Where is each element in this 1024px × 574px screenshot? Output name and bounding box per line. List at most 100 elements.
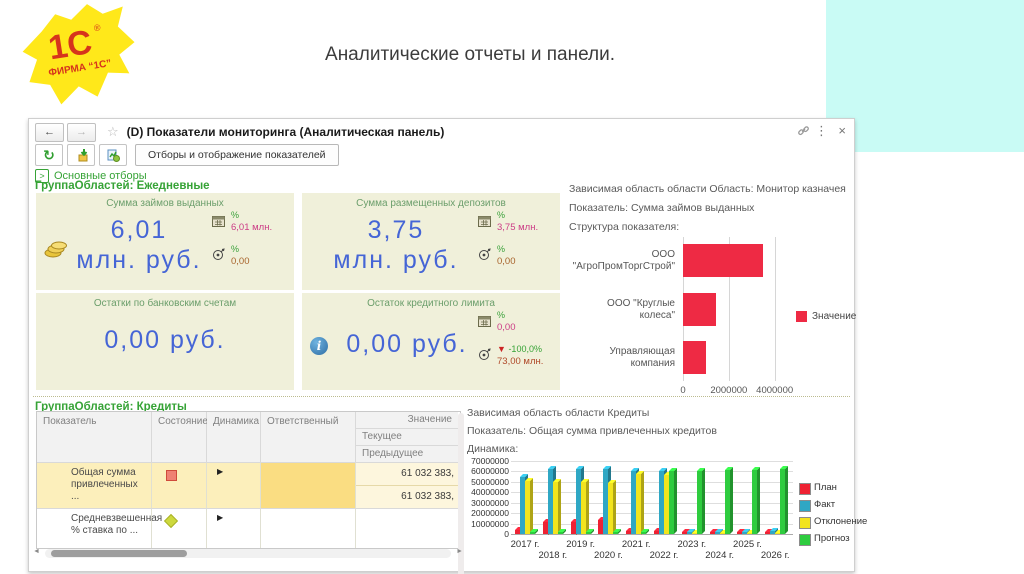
gridline xyxy=(774,237,776,381)
legend-swatch xyxy=(799,483,811,495)
target-value: 0,00 xyxy=(497,256,516,267)
window-title: (D) Показатели мониторинга (Аналитическа… xyxy=(126,125,445,139)
close-icon[interactable]: × xyxy=(838,124,846,137)
category-label: Управляющая компания xyxy=(609,345,675,369)
x-tick-label: 2018 г. xyxy=(538,550,568,561)
y-tick-label: 60000000 xyxy=(471,466,509,477)
col-indicator[interactable]: Показатель xyxy=(37,412,152,462)
x-tick-label: 2020 г. xyxy=(594,550,623,561)
treasury-panel-line2: Показатель: Сумма займов выданных xyxy=(569,202,755,214)
kpi-card-deposits: Сумма размещенных депозитов 3,75 млн. ру… xyxy=(302,193,560,290)
legend-label: Значение xyxy=(812,311,857,322)
col-value-label[interactable]: Значение xyxy=(356,412,458,429)
period-percent-label: % xyxy=(497,210,506,220)
delta-percent: -100,0% xyxy=(508,344,542,354)
back-button[interactable]: ← xyxy=(35,122,64,142)
kpi-card-loans-issued: Сумма займов выданных 6,01 млн. руб. % 6… xyxy=(36,193,294,290)
report-button[interactable] xyxy=(99,144,127,166)
bar xyxy=(780,469,786,534)
bar xyxy=(683,244,764,277)
more-menu-icon[interactable]: ⋮ xyxy=(815,124,828,137)
dynamics-3d-bar-chart: 0 10000000 20000000 30000000 40000000 5000000… xyxy=(467,449,867,569)
bar xyxy=(683,341,706,374)
x-tick-label: 2019 г. xyxy=(566,539,595,550)
target-value: 0,00 xyxy=(231,256,250,267)
scroll-left-icon[interactable]: ◄ xyxy=(33,548,40,555)
y-tick-label: 10000000 xyxy=(471,518,509,529)
col-current[interactable]: Текущее xyxy=(356,429,458,446)
forward-button[interactable]: → xyxy=(67,122,96,142)
y-tick-label: 40000000 xyxy=(471,487,509,498)
x-tick-label: 2017 г. xyxy=(510,539,540,550)
state-red-square-icon xyxy=(166,470,177,481)
col-state[interactable]: Состояние xyxy=(152,412,208,462)
window-toolbar: ↻ Отборы и отображение показателей xyxy=(35,144,339,166)
filters-display-button[interactable]: Отборы и отображение показателей xyxy=(135,144,339,166)
col-responsible[interactable]: Ответственный xyxy=(261,412,356,462)
legend-label: Факт xyxy=(814,499,836,510)
calendar-icon xyxy=(478,314,493,334)
down-triangle-icon: ▼ xyxy=(497,344,506,354)
credits-table: Показатель Состояние Динамика Ответствен… xyxy=(36,411,461,549)
legend-label: Отклонение xyxy=(814,516,868,527)
export-icon xyxy=(78,149,88,162)
section-daily-label: ГруппаОбластей: Ежедневные xyxy=(35,180,210,192)
previous-value: 61 032 383, xyxy=(401,491,454,502)
x-tick-label: 2022 г. xyxy=(649,550,679,561)
row-state-cell xyxy=(152,508,207,548)
horizontal-scrollbar[interactable]: ◄ ► xyxy=(33,548,463,558)
x-tick-label: 2021 г. xyxy=(621,539,651,550)
y-tick-label: 30000000 xyxy=(471,497,509,508)
firm-1c-logo: 1С ® ФИРМА “1С” xyxy=(16,2,142,110)
bar xyxy=(696,471,702,534)
kpi-side-metrics: % 3,75 млн. % 0,00 xyxy=(478,209,556,277)
table-row-weighted-rate[interactable]: Средневзвешенная % ставка по ... ▶ xyxy=(37,508,460,548)
current-value: 61 032 383, xyxy=(356,463,458,486)
bar xyxy=(608,482,614,534)
kpi-title: Остаток кредитного лимита xyxy=(367,298,495,309)
target-percent-label: % xyxy=(231,244,240,254)
row-value-cell: 61 032 383, 61 032 383, xyxy=(356,462,458,508)
y-tick-label: 50000000 xyxy=(471,476,509,487)
col-previous[interactable]: Предыдущее xyxy=(356,446,458,462)
bar xyxy=(613,531,619,534)
col-dynamics[interactable]: Динамика xyxy=(207,412,261,462)
gridline xyxy=(511,461,793,462)
logo-brand-text: 1С xyxy=(46,23,95,67)
legend-swatch xyxy=(799,517,811,529)
kpi-card-bank-balances: Остатки по банковским счетам 0,00 руб. xyxy=(36,293,294,390)
kpi-side-metrics: % 6,01 млн. % 0,00 xyxy=(212,209,290,277)
target-icon xyxy=(212,248,227,268)
period-value: 3,75 млн. xyxy=(497,222,539,233)
table-row-total-credits[interactable]: Общая сумма привлеченных ... ▶ 61 032 38… xyxy=(37,462,460,508)
row-value-cell xyxy=(356,508,458,548)
x-tick-label: 2023 г. xyxy=(677,539,707,550)
bar xyxy=(683,293,717,326)
row-state-cell xyxy=(152,462,207,508)
refresh-button[interactable]: ↻ xyxy=(35,144,63,166)
target-icon xyxy=(478,248,493,268)
x-tick-label: 2025 г. xyxy=(733,539,762,550)
scroll-right-icon[interactable]: ► xyxy=(456,548,463,555)
row-name: Средневзвешенная % ставка по ... xyxy=(37,508,162,548)
kpi-value: 3,75 млн. руб. xyxy=(333,216,459,274)
bar xyxy=(585,531,591,534)
row-responsible-cell xyxy=(261,508,356,548)
x-tick-label: 2026 г. xyxy=(760,550,790,561)
bar xyxy=(525,480,530,534)
page-title: Аналитические отчеты и панели. xyxy=(325,44,615,65)
back-arrow-icon: ← xyxy=(44,126,55,138)
export-button[interactable] xyxy=(67,144,95,166)
kpi-value: 0,00 руб. xyxy=(346,330,468,358)
target-icon xyxy=(478,348,493,368)
y-tick-label: 20000000 xyxy=(471,508,509,519)
period-percent-label: % xyxy=(231,210,240,220)
favorite-star-icon[interactable]: ☆ xyxy=(107,124,119,140)
credits-panel-line2: Показатель: Общая сумма привлеченных кре… xyxy=(467,425,717,437)
report-icon xyxy=(107,149,120,162)
link-icon[interactable] xyxy=(797,125,810,139)
scrollbar-thumb[interactable] xyxy=(51,550,187,557)
y-tick-label: 70000000 xyxy=(471,456,509,466)
legend-swatch xyxy=(799,500,811,512)
bar xyxy=(580,481,586,534)
